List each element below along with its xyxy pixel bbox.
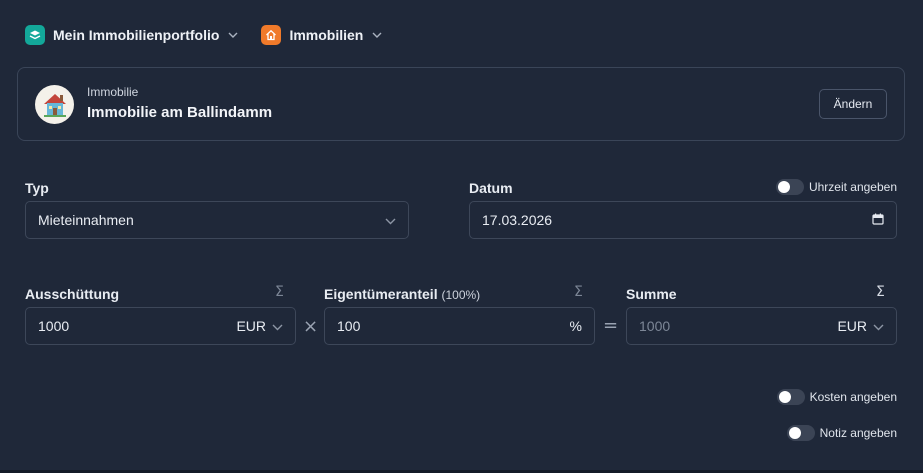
ownership-label-text: Eigentümeranteil (324, 286, 438, 302)
sum-value: 1000 (639, 318, 671, 334)
sigma-icon[interactable]: Σ (275, 284, 284, 300)
sigma-icon[interactable]: Σ (574, 284, 583, 300)
distribution-currency: EUR (236, 318, 266, 334)
costs-toggle-switch[interactable] (776, 389, 805, 405)
note-toggle-switch[interactable] (786, 425, 815, 441)
distribution-label: Ausschüttung (25, 286, 120, 302)
ownership-value: 100 (337, 318, 361, 334)
calendar-icon[interactable] (872, 212, 884, 228)
time-toggle[interactable]: Uhrzeit angeben (775, 179, 897, 195)
note-toggle[interactable]: Notiz angeben (786, 425, 897, 441)
type-value: Mieteinnahmen (38, 212, 134, 228)
date-value: 17.03.2026 (482, 212, 553, 228)
breadcrumb: Mein Immobilienportfolio Immobilien (25, 24, 405, 46)
time-toggle-switch[interactable] (775, 179, 804, 195)
chevron-down-icon (227, 29, 239, 41)
distribution-value: 1000 (38, 318, 70, 334)
distribution-input[interactable]: 1000 EUR (25, 307, 296, 345)
property-card: Immobilie Immobilie am Ballindamm Ändern (17, 67, 905, 141)
change-property-button[interactable]: Ändern (819, 89, 887, 119)
portfolio-label: Mein Immobilienportfolio (53, 27, 220, 43)
type-label: Typ (25, 180, 49, 196)
section-switcher[interactable]: Immobilien (261, 25, 383, 45)
costs-toggle[interactable]: Kosten angeben (776, 389, 897, 405)
sum-label: Summe (626, 286, 677, 302)
house-illustration-icon (43, 93, 66, 117)
chevron-down-icon (873, 318, 884, 334)
chevron-down-icon (385, 212, 396, 228)
date-label: Datum (469, 180, 513, 196)
section-label: Immobilien (289, 27, 364, 43)
chevron-down-icon (272, 318, 283, 334)
portfolio-switcher[interactable]: Mein Immobilienportfolio (25, 25, 239, 45)
sum-currency: EUR (837, 318, 867, 334)
chevron-down-icon (371, 29, 383, 41)
ownership-label: Eigentümeranteil (100%) (324, 286, 480, 302)
currency-select[interactable]: EUR (837, 318, 884, 334)
date-input[interactable]: 17.03.2026 (469, 201, 897, 239)
property-name: Immobilie am Ballindamm (87, 104, 273, 121)
multiply-operator: × (303, 316, 319, 337)
note-toggle-label: Notiz angeben (819, 426, 897, 440)
house-icon (261, 25, 282, 45)
type-select[interactable]: Mieteinnahmen (25, 201, 409, 239)
percent-unit: % (569, 318, 582, 334)
sigma-icon[interactable]: Σ (876, 284, 885, 300)
time-toggle-label: Uhrzeit angeben (808, 180, 897, 194)
ownership-input[interactable]: 100 % (324, 307, 595, 345)
avatar (35, 85, 74, 124)
sum-input: 1000 EUR (626, 307, 897, 345)
ownership-hint: (100%) (441, 288, 481, 302)
currency-select[interactable]: EUR (236, 318, 283, 334)
costs-toggle-label: Kosten angeben (809, 390, 897, 404)
property-subtitle: Immobilie (87, 85, 139, 99)
layers-icon (25, 25, 45, 45)
equals-operator: = (603, 315, 619, 336)
